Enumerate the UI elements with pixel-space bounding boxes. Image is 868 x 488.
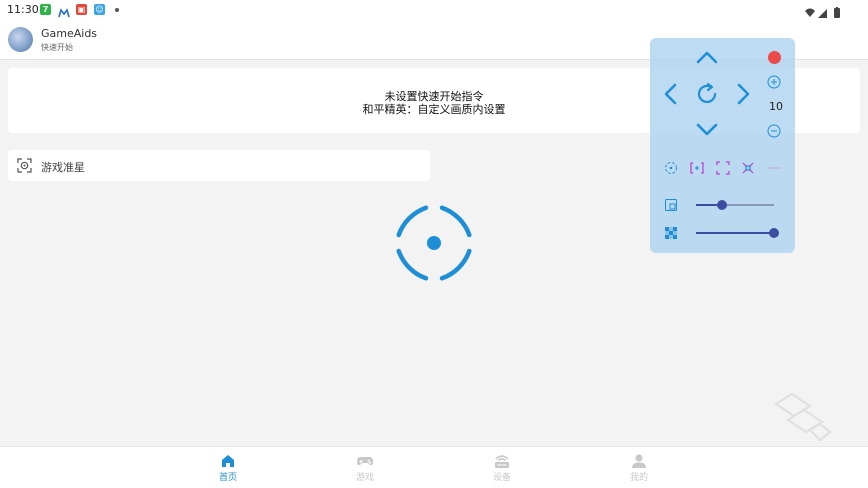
device-icon xyxy=(495,455,509,468)
floating-control-panel: 10 xyxy=(650,38,795,253)
mail-icon xyxy=(58,4,70,18)
opacity-icon xyxy=(665,199,677,211)
red-app-icon: ▣ xyxy=(76,4,87,15)
arrow-down-icon[interactable] xyxy=(695,123,719,137)
crosshair-preview-icon[interactable] xyxy=(385,194,483,292)
size-slider-thumb[interactable] xyxy=(769,228,779,238)
signal-icon xyxy=(818,9,827,18)
reset-rotate-icon[interactable] xyxy=(695,82,719,106)
line-mode-icon[interactable] xyxy=(766,161,782,175)
arrow-up-icon[interactable] xyxy=(695,50,719,64)
bracket-mode-icon[interactable] xyxy=(689,161,705,175)
record-button[interactable] xyxy=(768,51,781,64)
center-target-icon[interactable] xyxy=(664,161,678,175)
app-title: GameAids xyxy=(41,27,98,40)
nav-profile[interactable]: 我的 xyxy=(619,453,659,485)
nav-games-label: 游戏 xyxy=(355,473,374,483)
blue-app-icon: ☺ xyxy=(94,4,105,15)
status-time: 11:30 xyxy=(7,3,39,16)
zoom-in-icon[interactable] xyxy=(767,75,781,89)
zoom-value: 10 xyxy=(769,100,783,113)
status-bar: 11:30 7 ▣ ☺ xyxy=(0,0,868,20)
nav-home-label: 首页 xyxy=(218,473,237,483)
watermark-icon xyxy=(774,392,832,442)
zoom-out-icon[interactable] xyxy=(767,124,781,138)
opacity-slider[interactable] xyxy=(696,199,774,211)
user-icon xyxy=(632,454,646,468)
nav-profile-label: 我的 xyxy=(629,473,648,483)
opacity-slider-thumb[interactable] xyxy=(717,200,727,210)
green-7-app-icon: 7 xyxy=(40,4,51,15)
nav-games[interactable]: 游戏 xyxy=(345,453,385,485)
wifi-icon xyxy=(805,8,815,17)
fullscreen-icon[interactable] xyxy=(716,161,730,175)
app-avatar[interactable] xyxy=(8,27,33,52)
bottom-navigation: 首页 游戏 设备 我的 xyxy=(0,446,868,488)
collapse-icon[interactable] xyxy=(741,161,755,175)
arrow-left-icon[interactable] xyxy=(663,82,677,106)
app-subtitle: 快速开始 xyxy=(41,43,73,52)
gamepad-icon xyxy=(357,457,373,466)
notification-dot-icon xyxy=(115,8,119,12)
home-icon xyxy=(222,455,234,467)
crosshair-setting-icon xyxy=(17,158,32,173)
nav-device-label: 设备 xyxy=(492,473,511,483)
size-slider[interactable] xyxy=(696,227,779,239)
game-crosshair-row[interactable]: 游戏准星 xyxy=(8,150,430,181)
arrow-right-icon[interactable] xyxy=(737,82,751,106)
battery-icon xyxy=(834,7,840,18)
nav-home[interactable]: 首页 xyxy=(208,453,248,485)
game-crosshair-label: 游戏准星 xyxy=(41,161,85,174)
mosaic-icon xyxy=(665,227,677,239)
nav-device[interactable]: 设备 xyxy=(482,453,522,485)
